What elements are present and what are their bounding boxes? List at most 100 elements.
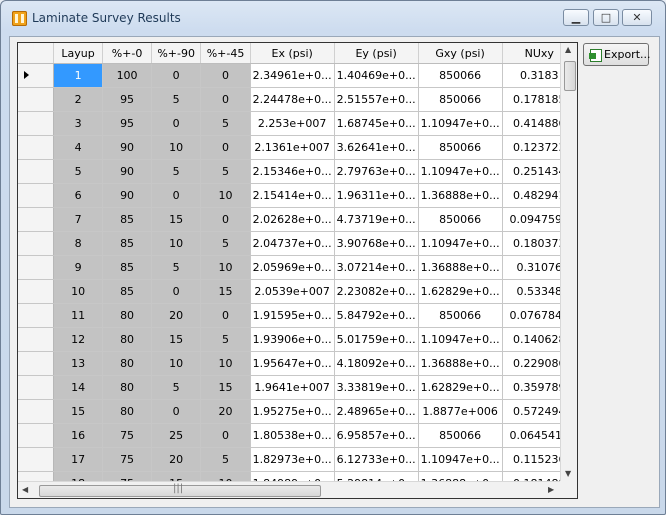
grid-cell[interactable]: 15 bbox=[200, 279, 251, 304]
grid-cell[interactable]: 90 bbox=[102, 159, 153, 184]
grid-cell[interactable]: 0 bbox=[151, 63, 202, 88]
grid-cell[interactable]: 5 bbox=[151, 159, 202, 184]
grid-cell[interactable]: 80 bbox=[102, 351, 153, 376]
grid-cell[interactable]: 850066 bbox=[418, 63, 503, 88]
grid-cell[interactable]: 25 bbox=[151, 423, 202, 448]
table-row[interactable]: 4 90 10 0 2.1361e+007 3.62641e+0... 850066 0.12… bbox=[18, 135, 577, 160]
grid-cell[interactable]: 2.48965e+0... bbox=[334, 399, 419, 424]
grid-cell[interactable]: 10 bbox=[53, 279, 104, 304]
grid-cell[interactable]: 12 bbox=[53, 327, 104, 352]
grid-cell[interactable]: 85 bbox=[102, 279, 153, 304]
grid-cell[interactable]: 3.33819e+0... bbox=[334, 375, 419, 400]
grid-cell[interactable]: 1.10947e+0... bbox=[418, 327, 503, 352]
grid-cell[interactable]: 3 bbox=[53, 111, 104, 136]
grid-cell[interactable]: 100 bbox=[102, 63, 153, 88]
grid-cell[interactable]: 2.15414e+0... bbox=[250, 183, 335, 208]
close-button[interactable]: ✕ bbox=[622, 9, 652, 26]
grid-cell[interactable]: 850066 bbox=[418, 207, 503, 232]
grid-cell[interactable]: 0 bbox=[151, 111, 202, 136]
grid-cell[interactable]: 1.36888e+0... bbox=[418, 351, 503, 376]
grid-cell[interactable]: 1.93906e+0... bbox=[250, 327, 335, 352]
grid-cell[interactable]: 1.95275e+0... bbox=[250, 399, 335, 424]
row-header[interactable] bbox=[18, 447, 55, 472]
grid-cell[interactable]: 85 bbox=[102, 231, 153, 256]
grid-cell[interactable]: 1.36888e+0... bbox=[418, 255, 503, 280]
grid-cell[interactable]: 15 bbox=[151, 327, 202, 352]
grid-cell[interactable]: 2.05969e+0... bbox=[250, 255, 335, 280]
grid-cell[interactable]: 14 bbox=[53, 375, 104, 400]
grid-cell[interactable]: 2.79763e+0... bbox=[334, 159, 419, 184]
column-header-pct-0[interactable]: %+-0 bbox=[102, 43, 153, 64]
grid-cell[interactable]: 20 bbox=[151, 303, 202, 328]
row-header[interactable] bbox=[18, 87, 55, 112]
grid-cell[interactable]: 1.80538e+0... bbox=[250, 423, 335, 448]
grid-cell[interactable]: 2.1361e+007 bbox=[250, 135, 335, 160]
column-header-ex[interactable]: Ex (psi) bbox=[250, 43, 335, 64]
grid-cell[interactable]: 10 bbox=[151, 135, 202, 160]
grid-cell[interactable]: 1.40469e+0... bbox=[334, 63, 419, 88]
grid-cell[interactable]: 4 bbox=[53, 135, 104, 160]
grid-cell[interactable]: 850066 bbox=[418, 303, 503, 328]
grid-cell[interactable]: 1 bbox=[53, 63, 104, 88]
grid-cell[interactable]: 10 bbox=[151, 351, 202, 376]
column-header-layup[interactable]: Layup bbox=[53, 43, 104, 64]
row-header[interactable] bbox=[18, 303, 55, 328]
table-row[interactable]: 14 80 5 15 1.9641e+007 3.33819e+0... 1.62829e+… bbox=[18, 375, 577, 400]
horizontal-scrollbar[interactable]: ◀ ||| ▶ bbox=[18, 481, 560, 498]
table-row[interactable]: 13 80 10 10 1.95647e+0... 4.18092e+0... 1.3688… bbox=[18, 351, 577, 376]
grid-cell[interactable]: 75 bbox=[102, 447, 153, 472]
row-header[interactable] bbox=[18, 423, 55, 448]
grid-cell[interactable]: 5 bbox=[200, 447, 251, 472]
grid-cell[interactable]: 16 bbox=[53, 423, 104, 448]
grid-cell[interactable]: 0 bbox=[200, 135, 251, 160]
grid-cell[interactable]: 15 bbox=[151, 207, 202, 232]
grid-cell[interactable]: 1.62829e+0... bbox=[418, 375, 503, 400]
grid-cell[interactable]: 85 bbox=[102, 207, 153, 232]
grid-cell[interactable]: 850066 bbox=[418, 135, 503, 160]
grid-cell[interactable]: 5 bbox=[200, 231, 251, 256]
grid-cell[interactable]: 1.10947e+0... bbox=[418, 231, 503, 256]
row-header[interactable] bbox=[18, 135, 55, 160]
table-row[interactable]: 17 75 20 5 1.82973e+0... 6.12733e+0... 1.10947… bbox=[18, 447, 577, 472]
row-header[interactable] bbox=[18, 231, 55, 256]
grid-cell[interactable]: 80 bbox=[102, 327, 153, 352]
grid-cell[interactable]: 10 bbox=[200, 183, 251, 208]
grid-cell[interactable]: 20 bbox=[151, 447, 202, 472]
table-row[interactable]: 2 95 5 0 2.24478e+0... 2.51557e+0... 850066 0.1… bbox=[18, 87, 577, 112]
grid-cell[interactable]: 2.51557e+0... bbox=[334, 87, 419, 112]
grid-cell[interactable]: 7 bbox=[53, 207, 104, 232]
grid-cell[interactable]: 3.62641e+0... bbox=[334, 135, 419, 160]
grid-cell[interactable]: 1.10947e+0... bbox=[418, 447, 503, 472]
table-row[interactable]: 5 90 5 5 2.15346e+0... 2.79763e+0... 1.10947e+… bbox=[18, 159, 577, 184]
grid-cell[interactable]: 90 bbox=[102, 135, 153, 160]
maximize-button[interactable]: □ bbox=[593, 9, 619, 26]
grid-cell[interactable]: 10 bbox=[151, 231, 202, 256]
grid-cell[interactable]: 15 bbox=[200, 375, 251, 400]
grid-cell[interactable]: 850066 bbox=[418, 423, 503, 448]
grid-cell[interactable]: 5 bbox=[151, 255, 202, 280]
grid-cell[interactable]: 80 bbox=[102, 375, 153, 400]
table-row[interactable]: 6 90 0 10 2.15414e+0... 1.96311e+0... 1.36888e… bbox=[18, 183, 577, 208]
row-header[interactable] bbox=[18, 159, 55, 184]
grid-cell[interactable]: 2.0539e+007 bbox=[250, 279, 335, 304]
row-header[interactable] bbox=[18, 63, 55, 88]
grid-cell[interactable]: 75 bbox=[102, 423, 153, 448]
grid-cell[interactable]: 6.12733e+0... bbox=[334, 447, 419, 472]
grid-cell[interactable]: 5 bbox=[151, 375, 202, 400]
grid-cell[interactable]: 90 bbox=[102, 183, 153, 208]
grid-cell[interactable]: 5.84792e+0... bbox=[334, 303, 419, 328]
grid-cell[interactable]: 0 bbox=[151, 399, 202, 424]
grid-cell[interactable]: 5 bbox=[151, 87, 202, 112]
row-header[interactable] bbox=[18, 207, 55, 232]
grid-cell[interactable]: 17 bbox=[53, 447, 104, 472]
grid-cell[interactable]: 10 bbox=[200, 255, 251, 280]
table-row[interactable]: 12 80 15 5 1.93906e+0... 5.01759e+0... 1.10947… bbox=[18, 327, 577, 352]
grid-cell[interactable]: 2.24478e+0... bbox=[250, 87, 335, 112]
grid-cell[interactable]: 95 bbox=[102, 111, 153, 136]
scroll-left-icon[interactable]: ◀ bbox=[22, 485, 28, 494]
row-header-corner[interactable] bbox=[18, 43, 55, 64]
scroll-up-icon[interactable]: ▲ bbox=[565, 45, 571, 54]
grid-cell[interactable]: 2.15346e+0... bbox=[250, 159, 335, 184]
horizontal-scroll-thumb[interactable]: ||| bbox=[39, 483, 321, 497]
row-header[interactable] bbox=[18, 351, 55, 376]
